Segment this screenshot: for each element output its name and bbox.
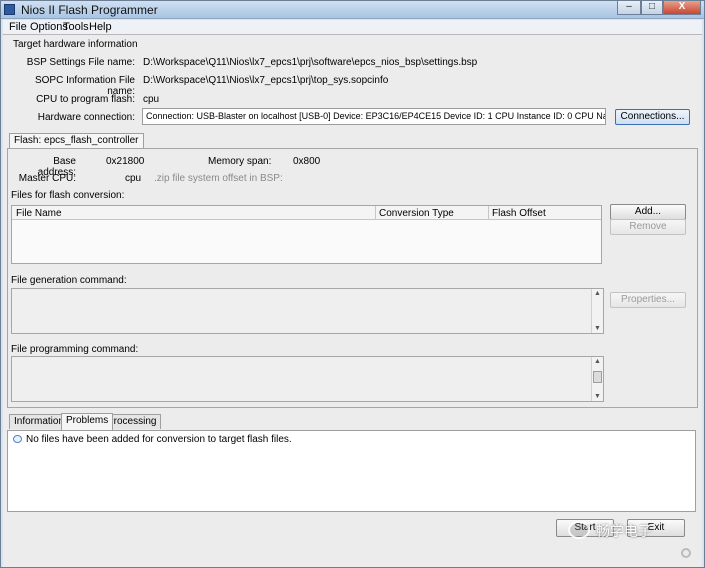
cpu-value: cpu [143,94,160,105]
column-conversion-type[interactable]: Conversion Type [379,208,454,219]
problems-console[interactable]: No files have been added for conversion … [7,430,696,512]
sopc-value: D:\Workspace\Q11\Nios\lx7_epcs1\prj\top_… [143,75,389,86]
file-programming-label: File programming command: [11,344,139,355]
file-generation-command[interactable]: ▲ ▼ [11,288,604,334]
programming-scrollbar[interactable]: ▲ ▼ [591,357,603,401]
hardware-connection-label: Hardware connection: [37,112,135,123]
menu-help[interactable]: Help [89,21,112,33]
zip-offset-label: .zip file system offset in BSP: [154,173,283,184]
title-bar[interactable]: Nios II Flash Programmer – □ X [1,1,704,19]
files-for-conversion-title: Files for flash conversion: [11,190,125,201]
master-cpu-value: cpu [125,173,142,184]
memory-span-value: 0x800 [293,156,321,167]
files-table[interactable]: File Name Conversion Type Flash Offset [11,205,602,264]
watermark-text: 畅学电子 [596,524,652,540]
info-bubble-icon [13,435,22,443]
files-table-header: File Name Conversion Type Flash Offset [12,206,601,220]
column-divider [488,206,489,220]
properties-button[interactable]: Properties... [610,292,686,308]
bsp-value: D:\Workspace\Q11\Nios\lx7_epcs1\prj\soft… [143,57,478,68]
column-flash-offset[interactable]: Flash Offset [492,208,546,219]
scroll-up-icon[interactable]: ▲ [594,358,601,365]
menu-tools[interactable]: Tools [63,21,89,33]
file-generation-label: File generation command: [11,275,127,286]
window-title: Nios II Flash Programmer [21,3,158,17]
maximize-button[interactable]: □ [641,1,663,15]
connections-button[interactable]: Connections... [615,109,690,125]
column-file-name[interactable]: File Name [16,208,62,219]
scroll-down-icon[interactable]: ▼ [594,325,601,332]
cpu-label: CPU to program flash: [36,94,135,105]
scroll-thumb[interactable] [593,371,602,383]
scroll-down-icon[interactable]: ▼ [594,393,601,400]
wechat-icon [568,521,590,539]
file-programming-command[interactable]: ▲ ▼ [11,356,604,402]
target-hardware-title: Target hardware information [13,39,138,50]
menu-bar: File Options Tools Help [3,20,702,34]
add-button[interactable]: Add... [610,204,686,220]
watermark: 畅学电子 [568,517,693,543]
column-divider [375,206,376,220]
client-area: Target hardware information BSP Settings… [3,34,702,567]
tab-problems[interactable]: Problems [61,413,114,430]
minimize-button[interactable]: – [617,1,641,15]
main-window: Nios II Flash Programmer – □ X File Opti… [0,0,705,568]
problems-message: No files have been added for conversion … [26,434,292,445]
hardware-connection-field: Connection: USB-Blaster on localhost [US… [142,108,606,125]
busy-spinner-icon [681,548,691,558]
app-icon [4,4,15,15]
base-address-value: 0x21800 [106,156,145,167]
bsp-label: BSP Settings File name: [26,57,135,68]
master-cpu-label: Master CPU: [18,173,76,184]
generation-scrollbar[interactable]: ▲ ▼ [591,289,603,333]
remove-button[interactable]: Remove [610,219,686,235]
close-button[interactable]: X [663,1,701,15]
menu-file[interactable]: File [9,21,27,33]
tab-flash-epcs-flash-controller[interactable]: Flash: epcs_flash_controller [9,133,144,148]
memory-span-label: Memory span: [208,156,272,167]
scroll-up-icon[interactable]: ▲ [594,290,601,297]
